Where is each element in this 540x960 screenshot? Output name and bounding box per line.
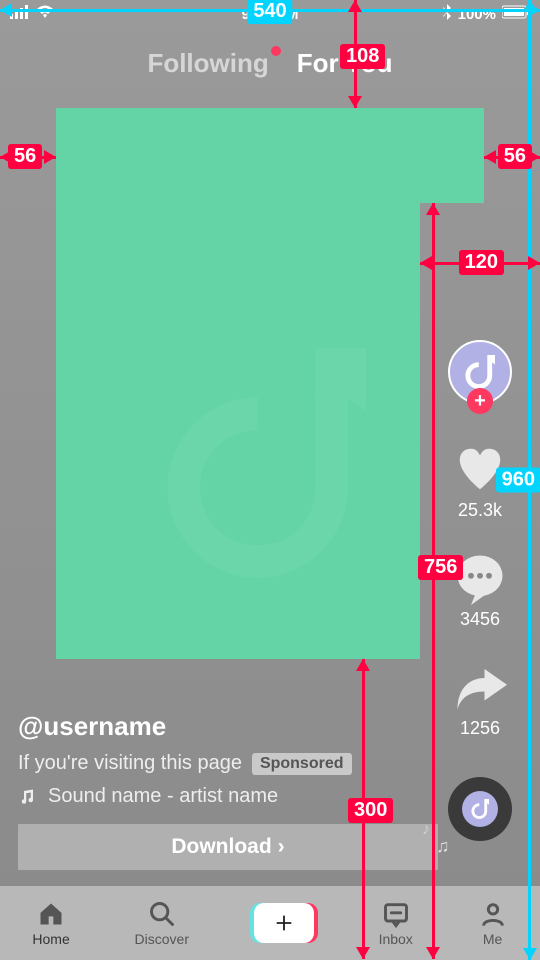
notification-dot-icon (271, 46, 281, 56)
username[interactable]: @username (18, 711, 410, 742)
plus-icon (273, 912, 295, 934)
feed-tabs: Following For You (0, 48, 540, 79)
author-avatar[interactable]: + (448, 340, 512, 404)
dim-rail-height (432, 203, 435, 959)
chevron-right-icon: › (278, 835, 285, 859)
action-rail: + 25.3k 3456 1256 (430, 340, 530, 841)
bottom-nav: Home Discover Inbox Me (0, 886, 540, 960)
share-count: 1256 (460, 718, 500, 739)
bluetooth-icon (442, 4, 452, 24)
nav-create[interactable] (254, 903, 314, 943)
signal-icon (10, 5, 30, 23)
inbox-icon (381, 900, 411, 928)
dim-width-badge: 540 (247, 0, 292, 24)
tab-following-label: Following (147, 48, 268, 78)
tiktok-icon (471, 799, 489, 819)
nav-inbox-label: Inbox (379, 931, 413, 947)
nav-me-label: Me (483, 931, 502, 947)
nav-home-label: Home (32, 931, 69, 947)
nav-discover-label: Discover (135, 931, 189, 947)
sponsored-badge: Sponsored (252, 753, 352, 775)
nav-inbox[interactable]: Inbox (379, 900, 413, 947)
tiktok-icon (465, 355, 495, 389)
like-count: 25.3k (458, 500, 502, 521)
tiktok-logo-icon (166, 348, 366, 578)
wifi-icon (36, 5, 54, 23)
music-note-icon (18, 788, 36, 806)
caption-text: If you're visiting this page (18, 752, 242, 775)
sound-name: Sound name - artist name (48, 785, 278, 808)
share-button[interactable]: 1256 (453, 660, 507, 739)
cta-label: Download (171, 835, 271, 859)
tab-following[interactable]: Following (147, 48, 268, 79)
nav-discover[interactable]: Discover (135, 900, 189, 947)
nav-me[interactable]: Me (478, 900, 508, 947)
cta-button[interactable]: Download › (18, 824, 438, 870)
search-icon (147, 900, 177, 928)
nav-home[interactable]: Home (32, 900, 69, 947)
share-icon (453, 660, 507, 714)
caption-row: If you're visiting this page Sponsored (18, 752, 410, 775)
comment-count: 3456 (460, 609, 500, 630)
dim-height-badge: 960 (496, 468, 540, 493)
svg-text:♫: ♫ (436, 836, 450, 856)
home-icon (36, 900, 66, 928)
person-icon (478, 900, 508, 928)
video-meta: @username If you're visiting this page S… (18, 711, 410, 870)
follow-plus-icon[interactable]: + (467, 388, 493, 414)
